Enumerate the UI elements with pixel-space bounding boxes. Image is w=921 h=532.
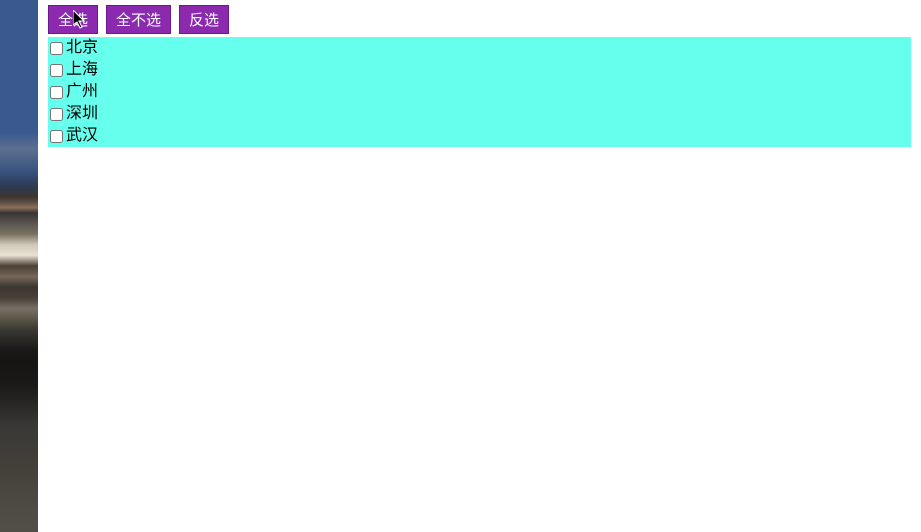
checkbox-wuhan[interactable] — [50, 130, 63, 143]
list-item: 深圳 — [48, 103, 911, 125]
list-item: 广州 — [48, 81, 911, 103]
checkbox-list: 北京 上海 广州 深圳 武汉 — [48, 37, 911, 147]
checkbox-label: 上海 — [66, 59, 98, 81]
desktop-background-strip — [0, 0, 38, 532]
checkbox-label: 北京 — [66, 37, 98, 59]
list-item: 北京 — [48, 37, 911, 59]
select-all-button[interactable]: 全选 — [48, 5, 98, 34]
checkbox-label: 武汉 — [66, 125, 98, 147]
page-content: 全选 全不选 反选 北京 上海 广州 深圳 武汉 — [38, 0, 921, 532]
action-button-row: 全选 全不选 反选 — [48, 5, 911, 34]
list-item: 上海 — [48, 59, 911, 81]
checkbox-shanghai[interactable] — [50, 64, 63, 77]
checkbox-shenzhen[interactable] — [50, 108, 63, 121]
invert-selection-button[interactable]: 反选 — [179, 5, 229, 34]
select-none-button[interactable]: 全不选 — [106, 5, 171, 34]
checkbox-label: 深圳 — [66, 103, 98, 125]
checkbox-guangzhou[interactable] — [50, 86, 63, 99]
checkbox-beijing[interactable] — [50, 42, 63, 55]
list-item: 武汉 — [48, 125, 911, 147]
checkbox-label: 广州 — [66, 81, 98, 103]
